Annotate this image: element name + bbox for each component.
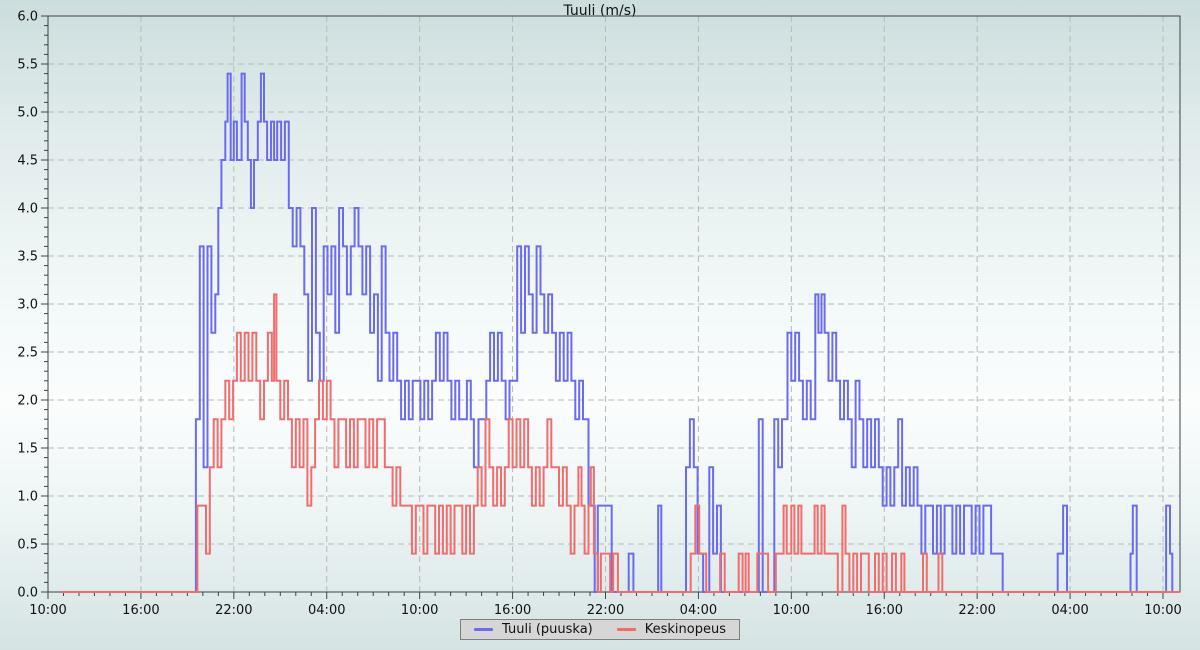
- legend-swatch-gust-line: [474, 628, 493, 631]
- x-tick-label: 22:00: [215, 603, 252, 618]
- y-tick-label: 5.0: [17, 106, 38, 121]
- y-tick-label: 1.0: [17, 490, 38, 505]
- legend-swatch-avg-line: [617, 628, 636, 631]
- y-tick-label: 3.5: [17, 250, 38, 265]
- legend-label-gust: Tuuli (puuska): [502, 622, 593, 637]
- x-tick-label: 04:00: [308, 603, 345, 618]
- legend-item-gust: Tuuli (puuska): [474, 622, 593, 637]
- x-tick-label: 16:00: [866, 603, 903, 618]
- x-tick-label: 10:00: [401, 603, 438, 618]
- y-tick-label: 4.5: [17, 154, 38, 169]
- y-tick-label: 3.0: [17, 298, 38, 313]
- legend-label-avg: Keskinopeus: [645, 622, 726, 637]
- chart-canvas: 0.0 0.5 1.0 1.5 2.0 2.5 3.0 3.5 4.0 4.5 5.0 5.5 6.0 1…: [0, 0, 1200, 650]
- y-tick-label: 0.0: [17, 586, 38, 601]
- series-average: [61, 294, 1180, 592]
- x-tick-label: 10:00: [1144, 603, 1181, 618]
- axis-labels: 0.0 0.5 1.0 1.5 2.0 2.5 3.0 3.5 4.0 4.5 5.0 5.5 6.0 1…: [17, 10, 1181, 619]
- chart-legend: Tuuli (puuska) Keskinopeus: [460, 619, 740, 640]
- x-tick-label: 10:00: [773, 603, 810, 618]
- y-tick-label: 1.5: [17, 442, 38, 457]
- y-tick-label: 2.5: [17, 346, 38, 361]
- x-tick-label: 04:00: [1051, 603, 1088, 618]
- y-tick-label: 2.0: [17, 394, 38, 409]
- x-tick-label: 04:00: [680, 603, 717, 618]
- x-tick-label: 22:00: [587, 603, 624, 618]
- y-tick-label: 5.5: [17, 58, 38, 73]
- x-tick-label: 16:00: [122, 603, 159, 618]
- gridlines: [48, 16, 1180, 592]
- y-tick-label: 4.0: [17, 202, 38, 217]
- series-gust: [61, 74, 1180, 592]
- y-tick-label: 0.5: [17, 538, 38, 553]
- y-tick-label: 6.0: [17, 10, 38, 25]
- x-tick-label: 16:00: [494, 603, 531, 618]
- x-tick-label: 22:00: [958, 603, 995, 618]
- legend-item-avg: Keskinopeus: [617, 622, 726, 637]
- x-tick-label: 10:00: [29, 603, 66, 618]
- wind-chart-figure: Tuuli (m/s) 0.00.51.01.52.02.53.03.54.04…: [0, 0, 1200, 650]
